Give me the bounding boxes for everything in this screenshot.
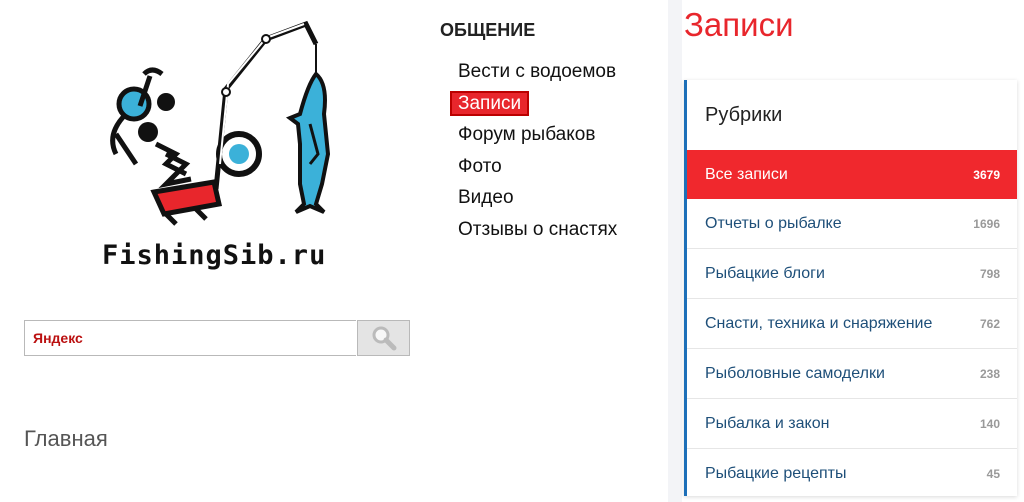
- rubric-count: 798: [979, 266, 1000, 281]
- rubrics-panel: Рубрики Все записи 3679 Отчеты о рыбалке…: [684, 80, 1017, 496]
- logo-text: FishingSib.ru: [102, 240, 327, 271]
- rubric-fishing-blogs[interactable]: Рыбацкие блоги 798: [687, 249, 1017, 299]
- rubric-label: Рыболовные самоделки: [705, 364, 885, 382]
- page-title: Записи: [684, 6, 794, 43]
- rubric-count: 1696: [973, 216, 1000, 231]
- home-link[interactable]: Главная: [24, 426, 108, 452]
- rubric-label: Рыбацкие рецепты: [705, 464, 847, 482]
- nav-item-reviews[interactable]: Отзывы о снастях: [448, 216, 617, 248]
- search-button[interactable]: [357, 320, 410, 356]
- rubric-count: 140: [979, 416, 1000, 431]
- rubric-label: Снасти, техника и снаряжение: [705, 314, 933, 332]
- rubric-label: Отчеты о рыбалке: [705, 214, 842, 232]
- rubric-tackle-gear[interactable]: Снасти, техника и снаряжение 762: [687, 299, 1017, 349]
- nav-item-posts[interactable]: Записи: [448, 90, 617, 122]
- magnifier-icon: [372, 326, 396, 351]
- rubrics-title: Рубрики: [705, 104, 783, 126]
- nav-section-title: ОБЩЕНИЕ: [440, 20, 536, 40]
- rubric-fishing-law[interactable]: Рыбалка и закон 140: [687, 399, 1017, 449]
- nav-item-video[interactable]: Видео: [448, 184, 617, 216]
- rubric-count: 238: [979, 366, 1000, 381]
- column-divider: [668, 0, 682, 502]
- rubric-recipes[interactable]: Рыбацкие рецепты 45: [687, 449, 1017, 498]
- rubric-label: Рыбацкие блоги: [705, 264, 825, 282]
- nav-item-photo[interactable]: Фото: [448, 153, 617, 185]
- rubric-fishing-reports[interactable]: Отчеты о рыбалке 1696: [687, 199, 1017, 249]
- main-nav: Вести с водоемов Записи Форум рыбаков Фо…: [448, 58, 617, 247]
- nav-item-news[interactable]: Вести с водоемов: [448, 58, 617, 90]
- rubric-count: 762: [979, 316, 1000, 331]
- search-input[interactable]: [24, 320, 356, 356]
- search-box: [24, 320, 410, 358]
- nav-item-forum[interactable]: Форум рыбаков: [448, 121, 617, 153]
- rubric-count: 45: [986, 466, 1000, 481]
- rubric-count: 3679: [973, 167, 1000, 182]
- rubric-homemade[interactable]: Рыболовные самоделки 238: [687, 349, 1017, 399]
- rubric-all-posts[interactable]: Все записи 3679: [687, 150, 1017, 199]
- rubric-label: Все записи: [705, 165, 788, 183]
- rubric-label: Рыбалка и закон: [705, 414, 830, 432]
